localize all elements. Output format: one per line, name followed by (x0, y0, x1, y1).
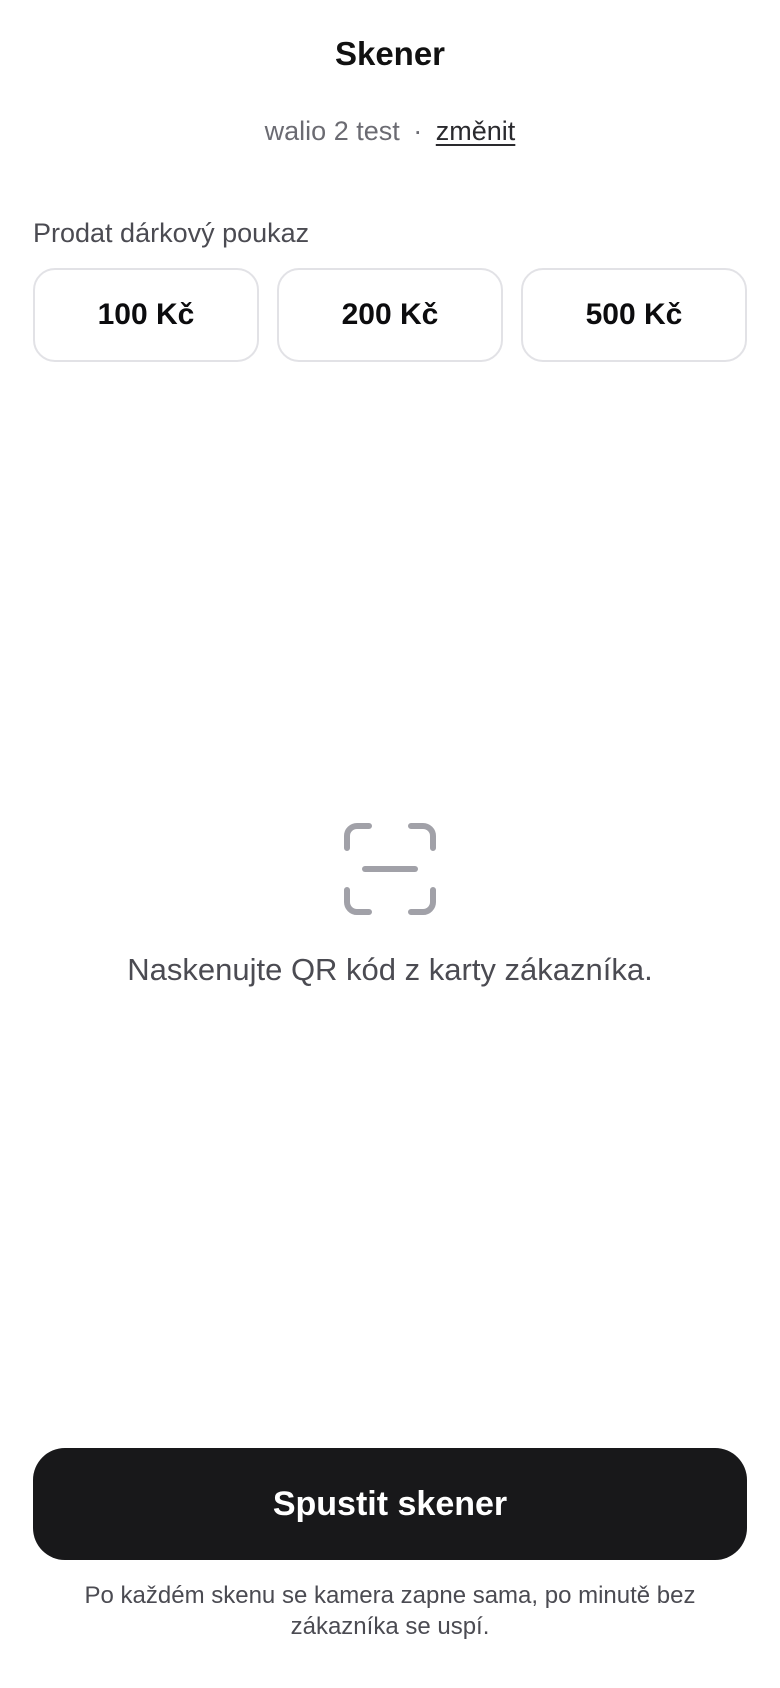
gift-voucher-section-label: Prodat dárkový poukaz (33, 218, 310, 248)
change-store-link[interactable]: změnit (436, 116, 516, 146)
page-title: Skener (334, 35, 446, 72)
store-name: walio 2 test (264, 116, 400, 146)
scanner-footnote: Po každém skenu se kamera zapne sama, po… (84, 1582, 696, 1640)
scan-instructions: Naskenujte QR kód z karty zákazníka. (127, 952, 653, 987)
voucher-200-button[interactable]: 200 Kč (277, 268, 503, 362)
voucher-100-button[interactable]: 100 Kč (33, 268, 259, 362)
store-line: walio 2 test · změnit (0, 116, 780, 147)
voucher-500-button[interactable]: 500 Kč (521, 268, 747, 362)
qr-scan-frame-icon (344, 823, 436, 915)
start-scanner-button[interactable]: Spustit skener (33, 1448, 747, 1560)
gift-voucher-options: 100 Kč 200 Kč 500 Kč (33, 268, 747, 362)
store-separator: · (413, 116, 423, 146)
